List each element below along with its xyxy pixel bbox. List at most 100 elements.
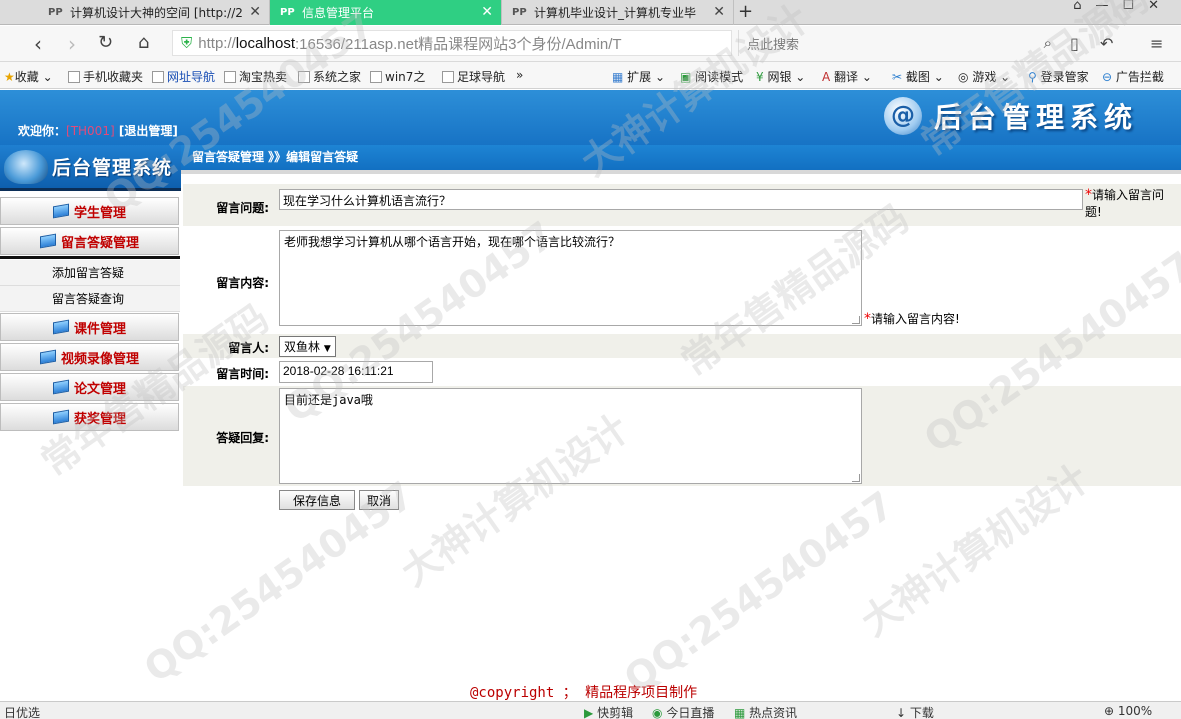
tool-bank[interactable]: ¥ 网银 ⌄ [756,68,805,85]
question-label: 留言问题: [216,201,269,215]
question-input[interactable]: 现在学习什么计算机语言流行？ [279,189,1083,210]
pp-icon: PP [512,6,527,18]
key-icon: ⚲ [1028,70,1037,84]
author-selected-value: 双鱼林 [284,340,321,354]
back-icon[interactable]: ‹ [34,32,42,56]
welcome-text: 欢迎你：[TH001] [退出管理] [18,122,178,139]
author-select[interactable]: 双鱼林 ▼ [279,336,336,357]
status-item-zoom[interactable]: ⊕ 100% [1104,704,1152,718]
breadcrumb: 留言答疑管理 》》编辑留言答疑 [181,145,1181,170]
news-icon: ▦ [734,706,746,719]
folder-icon [39,233,56,249]
bookmark-taobao[interactable]: 淘宝热卖 [224,68,287,85]
sidebar-item-awards[interactable]: 获奖管理 [0,403,179,431]
url-path: :16536/211asp.net精品课程网站3个身份/Admin/T [295,35,622,53]
question-hint-text: 请输入留言问题! [1085,188,1165,219]
app-header: 欢迎你：[TH001] [退出管理] @ 后台管理系统 [0,90,1181,145]
form-row-reply: 答疑回复: 目前还是java哦 [183,386,1181,486]
bookmark-win7[interactable]: win7之 [370,68,425,85]
pp-icon: PP [280,6,295,18]
tool-screenshot[interactable]: ✂ 截图 ⌄ [892,68,944,85]
close-icon[interactable]: ✕ [249,4,261,20]
search-input[interactable]: 点此搜索 ⌕ [738,30,1056,56]
sidebar-item-courseware[interactable]: 课件管理 [0,313,179,341]
forward-icon[interactable]: › [68,32,76,56]
undo-icon[interactable]: ↶ [1100,34,1113,53]
page-icon [298,71,310,83]
folder-icon [52,319,69,335]
home-icon[interactable]: ⌂ [138,32,149,53]
status-item-label: 今日直播 [666,706,715,719]
sidebar-item-label: 课件管理 [73,321,126,337]
bookmark-more[interactable]: » [516,68,523,82]
page-icon [152,71,164,83]
form-row-question: 留言问题: 现在学习什么计算机语言流行？ *请输入留言问题! [183,184,1181,226]
folder-icon [52,379,69,395]
window-controls-icon[interactable]: ⌂—☐✕ [1073,0,1173,13]
cancel-button[interactable]: 取消 [359,490,399,510]
folder-icon [39,349,56,365]
status-item-live[interactable]: ◉ 今日直播 [652,704,714,719]
bookmark-xitong[interactable]: 系统之家 [298,68,361,85]
reload-icon[interactable]: ↻ [98,32,113,53]
username: [TH001] [66,124,115,138]
shield-icon: ⛨ [181,34,193,52]
tool-label: 翻译 [834,70,859,84]
menu-icon[interactable]: ≡ [1150,34,1163,53]
author-label: 留言人: [228,341,269,355]
copyright-footer: @copyright ； 精品程序项目制作 [470,685,698,701]
reply-textarea[interactable]: 目前还是java哦 [279,388,862,484]
close-icon[interactable]: ✕ [481,4,493,20]
sidebar-item-label: 获奖管理 [73,411,126,427]
sidebar-subitem-query-message[interactable]: 留言答疑查询 [0,286,180,312]
tool-games[interactable]: ◎ 游戏 ⌄ [958,68,1010,85]
sidebar-item-label: 学生管理 [73,205,126,221]
content-textarea[interactable]: 老师我想学习计算机从哪个语言开始，现在哪个语言比较流行？ [279,230,862,326]
tab-blog[interactable]: PP 计算机设计大神的空间 [http://2 ✕ [38,0,270,25]
bookmark-nav[interactable]: 网址导航 [152,68,215,85]
logout-link[interactable]: [退出管理] [119,124,178,138]
status-item-download[interactable]: ↓ 下载 [896,704,934,719]
close-icon[interactable]: ✕ [713,4,725,20]
star-icon: ★ [4,70,15,84]
status-item-label: 快剪辑 [597,706,634,719]
sidebar-item-papers[interactable]: 论文管理 [0,373,179,401]
search-icon[interactable]: ⌕ [1044,34,1052,52]
resize-handle[interactable] [852,316,860,324]
form-row-time: 留言时间: 2018-02-28 16:11:21 [183,359,1181,385]
time-input[interactable]: 2018-02-28 16:11:21 [279,361,433,383]
save-button[interactable]: 保存信息 [279,490,355,510]
bookmark-label: win7之 [385,70,426,84]
page-icon [68,71,80,83]
tool-login[interactable]: ⚲ 登录管家 [1028,68,1089,85]
tool-label: 扩展 [627,70,652,84]
form-row-author: 留言人: 双鱼林 ▼ [183,334,1181,358]
tool-extend[interactable]: ▦ 扩展 ⌄ [612,68,665,85]
sidebar-item-students[interactable]: 学生管理 [0,197,179,225]
tool-adblock[interactable]: ⊖ 广告拦截 [1102,68,1164,85]
new-tab-icon[interactable]: + [738,1,753,22]
status-item-news[interactable]: ▦ 热点资讯 [734,704,797,719]
bookmark-football[interactable]: 足球导航 [442,68,505,85]
phone-icon[interactable]: ▯ [1070,34,1079,53]
system-logo: @ 后台管理系统 [884,96,1138,136]
status-item-clip[interactable]: ▶ 快剪辑 [584,704,633,719]
tab-info-platform[interactable]: PP 信息管理平台 ✕ [270,0,502,25]
status-item-label: 热点资讯 [749,706,798,719]
resize-handle[interactable] [852,474,860,482]
divider [0,256,180,259]
pp-icon: PP [48,6,63,18]
reply-value: 目前还是java哦 [284,393,373,407]
tool-reader[interactable]: ▣ 阅读模式 [680,68,743,85]
bookmark-mobile[interactable]: 手机收藏夹 [68,68,143,85]
bookmark-favorites[interactable]: ★收藏 ⌄ [4,68,53,85]
live-icon: ◉ [652,706,663,719]
sidebar-subitem-add-message[interactable]: 添加留言答疑 [0,260,180,286]
download-icon: ↓ [896,706,907,719]
tool-translate[interactable]: A 翻译 ⌄ [822,68,872,85]
tab-graduation[interactable]: PP 计算机毕业设计_计算机专业毕 ✕ [502,0,734,25]
sidebar-item-messages[interactable]: 留言答疑管理 [0,227,179,255]
sidebar-item-videos[interactable]: 视频录像管理 [0,343,179,371]
required-star: * [1085,187,1092,203]
url-input[interactable]: ⛨ http://localhost:16536/211asp.net精品课程网… [172,30,732,56]
